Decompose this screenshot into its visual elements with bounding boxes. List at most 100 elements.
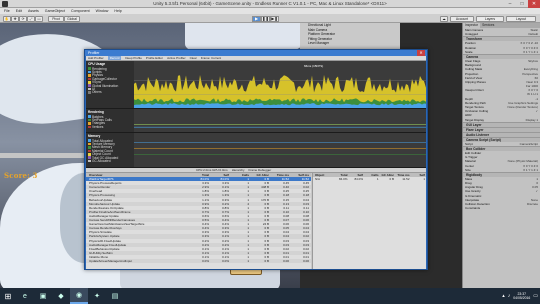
- profiler-objects-table[interactable]: Object Total Self Calls GC Alloc Time ms Self N…: [312, 173, 426, 269]
- property-value[interactable]: Discrete: [527, 202, 538, 206]
- move-tool-icon[interactable]: ✥: [11, 15, 19, 22]
- layer-dropdown[interactable]: Default: [528, 32, 538, 36]
- hierarchy-view-dropdown[interactable]: Hierarchy: [232, 168, 245, 172]
- account-dropdown[interactable]: Account: [450, 15, 474, 22]
- menu-assets[interactable]: Assets: [28, 9, 39, 13]
- table-cell: 0.00: [283, 258, 289, 263]
- maximize-button[interactable]: □: [516, 0, 528, 8]
- menu-file[interactable]: File: [4, 9, 10, 13]
- notifications-icon[interactable]: ▭: [533, 293, 538, 299]
- play-button[interactable]: ▶: [252, 15, 261, 22]
- memory-chart[interactable]: [134, 133, 426, 167]
- legend-swatch: [88, 142, 91, 146]
- volume-icon[interactable]: ♪: [508, 293, 511, 299]
- minimize-button[interactable]: –: [504, 0, 516, 8]
- layers-dropdown[interactable]: Layers: [476, 15, 504, 22]
- rendering-title: Rendering: [88, 110, 104, 114]
- play-controls: ▶ ❚❚ ▶❚: [252, 15, 279, 22]
- legend-swatch: [88, 156, 91, 159]
- property-value[interactable]: CameraScript: [520, 142, 538, 146]
- property-value[interactable]: None (Render Texture): [508, 105, 538, 109]
- table-cell: 84.0%: [354, 177, 363, 182]
- global-toggle[interactable]: Global: [64, 15, 80, 22]
- table-cell: 0.0%: [202, 258, 209, 263]
- table-row[interactable]: N/A 84.0% 84.0% 1 0 B 11.52 1: [313, 177, 426, 181]
- active-profiler-dropdown[interactable]: Active Profiler: [167, 56, 186, 60]
- legend-swatch: [88, 159, 91, 163]
- legend-swatch: [88, 87, 91, 91]
- file-explorer-icon[interactable]: ▣: [34, 288, 52, 304]
- profiler-hierarchy-table[interactable]: Overview Total Self Calls GC Alloc Time ms Sel…: [86, 173, 311, 269]
- rendering-legend-item[interactable]: Vertices: [88, 125, 132, 129]
- cpu-legend-item[interactable]: Others: [88, 90, 132, 95]
- tag-dropdown[interactable]: Untagged: [465, 32, 478, 36]
- property-value[interactable]: ✓: [535, 189, 538, 193]
- profile-editor-toggle[interactable]: Profile Editor: [146, 56, 163, 60]
- rect-tool-icon[interactable]: ▭: [35, 15, 43, 22]
- rendering-lane[interactable]: Rendering Batches SetPass Calls Triangles V…: [86, 109, 426, 133]
- store-icon[interactable]: ◆: [52, 288, 70, 304]
- cpu-gpu-readout: CPU:2.0ms GPU:0.0ms: [196, 168, 228, 172]
- table-cell: 11.52: [402, 177, 410, 182]
- pause-button[interactable]: ❚❚: [261, 15, 270, 22]
- legend-swatch: [88, 139, 91, 142]
- windows-start-icon[interactable]: ⊞: [0, 288, 16, 304]
- inspector-panel: Inspector Services Main Camera Static Unt…: [462, 23, 540, 288]
- add-profiler-dropdown[interactable]: Add Profiler: [88, 56, 104, 60]
- notes-icon[interactable]: ▤: [106, 288, 124, 304]
- frame-debugger-button[interactable]: Frame Debugger: [249, 168, 272, 172]
- legend-swatch: [88, 122, 91, 125]
- window-controls: – □ ✕: [504, 0, 540, 8]
- property-value[interactable]: Display 1: [526, 118, 538, 122]
- memory-title: Memory: [88, 134, 101, 138]
- property-value[interactable]: ✓: [535, 109, 538, 113]
- menu-window[interactable]: Window: [96, 9, 109, 13]
- property-value[interactable]: Skybox: [528, 59, 538, 63]
- table-cell: 0 B: [389, 177, 394, 182]
- cpu-usage-lane[interactable]: CPU Usage Rendering Scripts Physics Garbage…: [86, 61, 426, 109]
- hand-tool-icon[interactable]: ✋: [3, 15, 11, 22]
- unity-logo-icon: [2, 1, 8, 7]
- clock[interactable]: 23:37 04/05/2016: [513, 292, 530, 300]
- legend-swatch: [88, 149, 91, 153]
- property-label: Target Display: [465, 117, 485, 122]
- cpu-usage-chart[interactable]: 66ms (15FPS): [134, 61, 426, 108]
- legend-swatch: [88, 84, 91, 87]
- rotate-tool-icon[interactable]: ⟳: [19, 15, 27, 22]
- cloud-icon[interactable]: ☁: [440, 15, 448, 22]
- legend-label: Others: [92, 90, 102, 95]
- network-icon[interactable]: ▴: [502, 293, 505, 299]
- edge-icon[interactable]: e: [16, 288, 34, 304]
- system-tray: ▴ ♪ 23:37 04/05/2016 ▭: [502, 288, 538, 304]
- layout-dropdown[interactable]: Layout: [506, 15, 536, 22]
- legend-swatch: [88, 81, 91, 84]
- pivot-toggle[interactable]: Pivot: [48, 15, 64, 22]
- scale-tool-icon[interactable]: ⤢: [27, 15, 35, 22]
- menu-help[interactable]: Help: [114, 9, 121, 13]
- legend-swatch: [88, 153, 91, 156]
- rendering-chart[interactable]: [134, 109, 426, 132]
- hierarchy-item[interactable]: Level Manager: [300, 41, 400, 46]
- step-button[interactable]: ▶❚: [270, 15, 279, 22]
- table-row[interactable]: UpdateScreenManagerAndInput 0.0% 0.0% 1 0 B 0…: [86, 258, 311, 264]
- close-button[interactable]: ✕: [528, 0, 540, 8]
- menu-edit[interactable]: Edit: [16, 9, 22, 13]
- table-cell: 1: [247, 258, 249, 263]
- property-value[interactable]: X 1 Y 1 Z 1: [523, 168, 538, 172]
- unity-taskbar-icon[interactable]: ◉: [70, 288, 88, 304]
- memory-legend-item[interactable]: GC Allocated: [88, 159, 132, 163]
- frame-label: Frame: Current: [200, 56, 222, 60]
- table-cell: 1: [376, 177, 379, 182]
- deep-profile-toggle[interactable]: Deep Profile: [125, 56, 142, 60]
- clock-date: 04/05/2016: [513, 296, 531, 300]
- visual-studio-icon[interactable]: ✦: [88, 288, 106, 304]
- legend-label: Global Illumination: [92, 83, 119, 88]
- property-label: Viewport Rect: [465, 88, 484, 93]
- clear-button[interactable]: Clear: [190, 56, 197, 60]
- menu-gameobject[interactable]: GameObject: [45, 9, 65, 13]
- memory-lane[interactable]: Memory Total Allocated Texture Memory Mesh…: [86, 133, 426, 168]
- property-value[interactable]: X 1 Y 1 Z 1: [523, 50, 538, 54]
- menu-component[interactable]: Component: [71, 9, 90, 13]
- legend-swatch: [88, 115, 91, 118]
- record-toggle[interactable]: Record: [107, 56, 122, 60]
